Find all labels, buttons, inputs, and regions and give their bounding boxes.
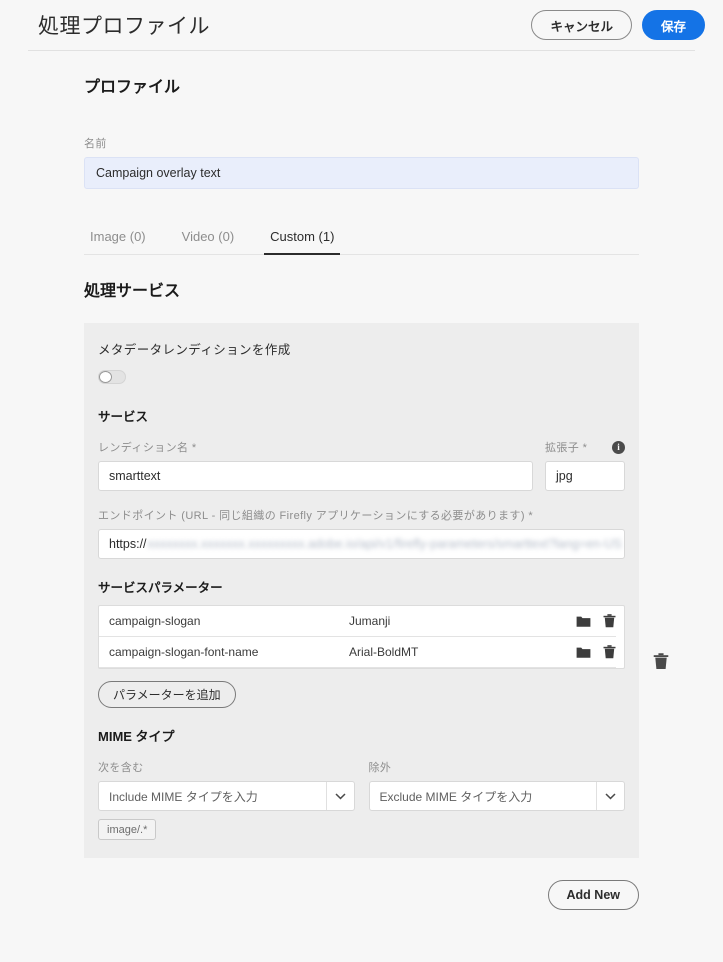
save-button[interactable]: 保存 — [641, 10, 705, 40]
cancel-button[interactable]: キャンセル — [531, 10, 632, 40]
extension-label-line: 拡張子 * i — [545, 439, 625, 455]
main-content: プロファイル 名前 Campaign overlay text Image (0… — [0, 73, 723, 910]
mime-include-input[interactable]: Include MIME タイプを入力 — [99, 782, 326, 810]
processing-section-title: 処理サービス — [84, 283, 181, 300]
tab-custom[interactable]: Custom (1) — [264, 225, 341, 255]
metadata-rendition-label: メタデータレンディションを作成 — [98, 343, 291, 357]
service-card: メタデータレンディションを作成 サービス レンディション名 * smarttex… — [84, 323, 639, 858]
endpoint-group: エンドポイント (URL - 同じ組織の Firefly アプリケーションにする… — [98, 507, 625, 559]
param-row-actions — [566, 606, 616, 637]
profile-name-field-group: 名前 Campaign overlay text — [84, 135, 681, 189]
param-row-actions — [566, 637, 616, 668]
endpoint-redacted-value: xxxxxxxx.xxxxxxx.xxxxxxxxx.adobe.io/api/… — [147, 537, 622, 551]
mime-include-label: 次を含む — [98, 762, 144, 774]
tab-image[interactable]: Image (0) — [84, 225, 152, 254]
mime-include-tag[interactable]: image/.* — [98, 819, 157, 840]
service-parameters-table: campaign-slogan Jumanji campaign-slogan-… — [98, 605, 625, 669]
endpoint-label: エンドポイント (URL - 同じ組織の Firefly アプリケーションにする… — [98, 510, 534, 522]
trash-icon[interactable] — [603, 645, 616, 659]
service-parameters-heading: サービスパラメーター — [98, 581, 223, 595]
extension-group: 拡張子 * i jpg — [545, 439, 625, 491]
service-subheading: サービス — [98, 410, 149, 424]
metadata-rendition-toggle[interactable] — [98, 370, 126, 384]
service-parameters-group: サービスパラメーター campaign-slogan Jumanji campa… — [98, 577, 625, 708]
mime-exclude-combobox[interactable]: Exclude MIME タイプを入力 — [368, 781, 625, 811]
rendition-name-group: レンディション名 * smarttext — [98, 439, 533, 491]
profile-type-tabs: Image (0) Video (0) Custom (1) — [84, 225, 639, 255]
mime-type-row: 次を含む Include MIME タイプを入力 image/.* 除外 Exc… — [98, 759, 625, 840]
param-key-input[interactable]: campaign-slogan-font-name — [99, 637, 339, 668]
info-icon[interactable]: i — [612, 440, 625, 454]
tab-video[interactable]: Video (0) — [176, 225, 241, 254]
page-title: 処理プロファイル — [38, 15, 210, 38]
rendition-name-input[interactable]: smarttext — [98, 461, 533, 491]
mime-exclude-group: 除外 Exclude MIME タイプを入力 — [368, 759, 625, 840]
folder-icon[interactable] — [576, 646, 591, 659]
extension-label: 拡張子 * — [545, 442, 588, 454]
table-row: campaign-slogan-font-name Arial-BoldMT — [99, 637, 624, 668]
service-name-row: レンディション名 * smarttext 拡張子 * i jpg — [98, 439, 625, 491]
header-divider — [28, 50, 695, 51]
app-header: 処理プロファイル キャンセル 保存 — [0, 0, 723, 50]
rendition-name-label: レンディション名 * — [98, 442, 197, 454]
param-value-input[interactable]: Arial-BoldMT — [339, 637, 566, 668]
add-parameter-button[interactable]: パラメーターを追加 — [98, 681, 236, 708]
profile-name-input[interactable]: Campaign overlay text — [84, 157, 639, 189]
param-value-input[interactable]: Jumanji — [339, 606, 566, 637]
endpoint-input[interactable]: https:// xxxxxxxx.xxxxxxx.xxxxxxxxx.adob… — [98, 529, 625, 559]
mime-exclude-input[interactable]: Exclude MIME タイプを入力 — [370, 782, 597, 810]
chevron-down-icon[interactable] — [325, 782, 354, 810]
param-key-input[interactable]: campaign-slogan — [99, 606, 339, 637]
delete-service-button[interactable] — [653, 653, 669, 675]
mime-include-group: 次を含む Include MIME タイプを入力 image/.* — [98, 759, 355, 840]
profile-section-title: プロファイル — [84, 79, 181, 96]
trash-icon[interactable] — [603, 614, 616, 628]
chevron-down-icon[interactable] — [596, 782, 624, 810]
table-row: campaign-slogan Jumanji — [99, 606, 624, 637]
folder-icon[interactable] — [576, 615, 591, 628]
extension-input[interactable]: jpg — [545, 461, 625, 491]
footer-actions: Add New — [84, 880, 639, 910]
profile-name-label: 名前 — [84, 138, 107, 150]
mime-type-heading: MIME タイプ — [98, 729, 175, 744]
add-new-button[interactable]: Add New — [547, 880, 639, 910]
toggle-knob — [99, 371, 112, 383]
endpoint-prefix: https:// — [109, 537, 147, 551]
mime-include-combobox[interactable]: Include MIME タイプを入力 — [98, 781, 355, 811]
mime-exclude-label: 除外 — [368, 762, 392, 774]
service-card-wrapper: メタデータレンディションを作成 サービス レンディション名 * smarttex… — [84, 323, 681, 858]
